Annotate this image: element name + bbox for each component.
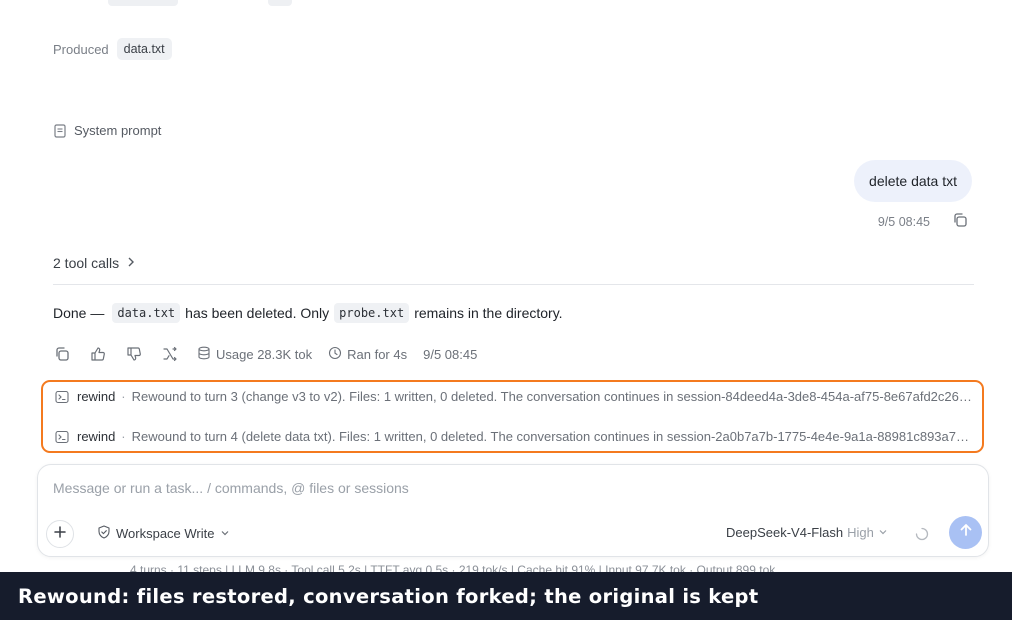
user-message-timestamp: 9/5 08:45 [877,214,930,229]
terminal-icon [55,390,69,404]
copy-icon[interactable] [952,212,968,231]
clock-icon [328,346,342,363]
model-select[interactable]: DeepSeek-V4-Flash High [726,525,888,540]
rewind-message: Rewound to turn 4 (delete data txt). Fil… [131,429,969,444]
previous-chips [108,0,292,6]
send-button[interactable] [949,516,982,549]
rewind-command: rewind [77,389,116,404]
duration-label: Ran for 4s [347,346,408,362]
document-icon [53,123,67,138]
rewind-events-highlight: rewind · Rewound to turn 3 (change v3 to… [41,380,984,453]
permission-mode-select[interactable]: Workspace Write [97,525,230,542]
terminal-icon [55,430,69,444]
usage-label: Usage 28.3K tok [216,346,313,362]
user-message-bubble: delete data txt [854,160,972,202]
database-icon [197,346,211,363]
rewind-message: Rewound to turn 3 (change v3 to v2). Fil… [131,389,972,404]
divider [53,284,974,285]
permission-mode-label: Workspace Write [116,526,215,541]
answer-text-1: Done — [53,305,105,321]
arrow-up-icon [958,522,974,543]
tool-calls-toggle[interactable]: 2 tool calls [53,255,137,271]
user-message-meta: 9/5 08:45 [878,212,968,231]
usage-meta: Usage 28.3K tok [197,346,312,363]
inline-code-probe-file: probe.txt [334,303,410,323]
file-chip-cut [268,0,292,6]
tool-calls-label: 2 tool calls [53,255,120,271]
rewind-event[interactable]: rewind · Rewound to turn 3 (change v3 to… [55,389,972,404]
separator: · [121,429,126,444]
branch-icon[interactable] [161,345,179,363]
plus-icon [54,525,66,543]
system-prompt-label: System prompt [74,123,162,138]
reasoning-effort: High [847,525,874,540]
message-input[interactable] [53,480,953,496]
thumbs-up-icon[interactable] [89,345,107,363]
loading-spinner-icon [915,527,929,546]
user-message-text: delete data txt [869,173,957,189]
duration-meta: Ran for 4s [328,346,407,363]
shield-check-icon [97,525,111,542]
attach-button[interactable] [46,520,74,548]
chevron-down-icon [220,526,230,541]
chevron-right-icon [125,255,137,271]
produced-file-chip[interactable]: data.txt [116,38,172,60]
rewind-command: rewind [77,429,116,444]
chevron-down-icon [878,525,888,540]
system-prompt-toggle[interactable]: System prompt [53,123,161,138]
message-actions: Usage 28.3K tok Ran for 4s 9/5 08:45 [53,345,493,363]
file-chip-cut [108,0,178,6]
answer-text-2: has been deleted. Only [185,305,330,321]
inline-code-data-file: data.txt [112,303,181,323]
answer-timestamp: 9/5 08:45 [423,346,478,362]
caption-banner: Rewound: files restored, conversation fo… [0,572,1012,620]
separator: · [121,389,126,404]
rewind-event[interactable]: rewind · Rewound to turn 4 (delete data … [55,429,972,444]
composer: Workspace Write DeepSeek-V4-Flash High [37,464,989,557]
thumbs-down-icon[interactable] [125,345,143,363]
assistant-answer: Done — data.txt has been deleted. Only p… [53,303,563,323]
produced-label: Produced [53,41,109,57]
model-name: DeepSeek-V4-Flash [726,525,844,540]
answer-text-3: remains in the directory. [414,305,563,321]
produced-row: Produced data.txt [53,38,172,60]
copy-icon[interactable] [53,345,71,363]
